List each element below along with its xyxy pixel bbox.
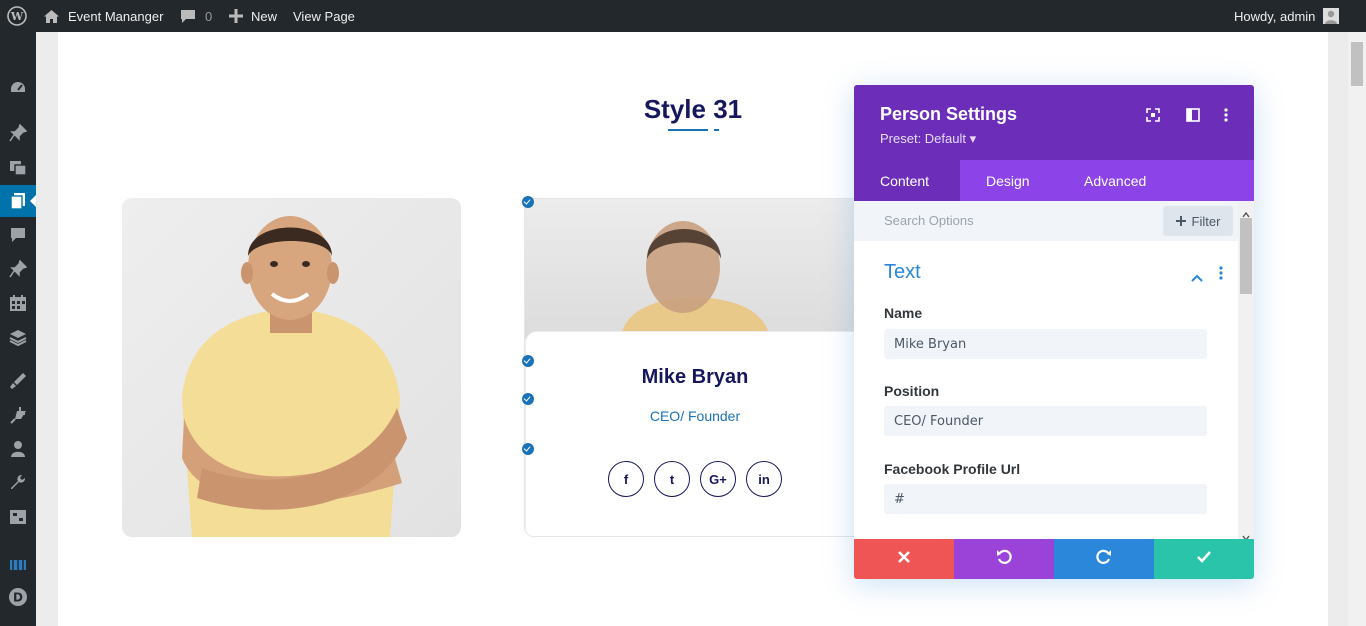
avatar (1323, 8, 1340, 24)
pages-icon[interactable] (0, 185, 36, 217)
svg-text:D: D (13, 591, 23, 605)
twitter-glyph: t (669, 471, 675, 487)
position-input[interactable]: CEO/ Founder (884, 406, 1207, 436)
search-options-input[interactable]: Search Options (884, 213, 974, 228)
greeting: Howdy, admin (1234, 8, 1316, 24)
linkedin-glyph: in (758, 471, 770, 487)
layout-icon[interactable] (1183, 105, 1203, 125)
expand-icon[interactable] (1143, 105, 1163, 125)
view-page-link[interactable]: View Page (293, 0, 355, 32)
new-content-link[interactable]: New (229, 0, 277, 32)
site-name-link[interactable]: Event Mananger (43, 0, 163, 32)
filter-button[interactable]: Filter (1163, 206, 1233, 236)
preset-dropdown[interactable]: Preset: Default ▾ (880, 131, 976, 147)
social-check-dot[interactable] (522, 443, 534, 455)
dashboard-icon[interactable] (0, 72, 36, 104)
position-label: Position (884, 383, 940, 399)
site-name: Event Mananger (68, 8, 164, 24)
svg-text:W: W (10, 10, 24, 23)
modal-tabs: Content Design Advanced (854, 160, 1254, 201)
checkmark-icon (1197, 550, 1211, 568)
admin-bar: W Event Mananger 0 New View Page Howdy, … (0, 0, 1366, 32)
custom-pin-icon[interactable] (0, 253, 36, 285)
divi-icon[interactable]: D (0, 581, 36, 613)
layers-icon[interactable] (0, 321, 36, 353)
appearance-icon[interactable] (0, 365, 36, 397)
more-options-icon[interactable] (1216, 105, 1236, 125)
close-icon (898, 550, 910, 568)
section-title: Style 31 (643, 94, 743, 124)
name-input[interactable]: Mike Bryan (884, 329, 1207, 359)
facebook-glyph: f (623, 471, 629, 487)
undo-icon (996, 549, 1012, 570)
plus-icon (1175, 214, 1186, 229)
wordpress-logo-icon[interactable]: W (7, 0, 27, 32)
title-underline-dot (714, 129, 719, 131)
plus-icon (229, 9, 243, 23)
page-scrollbar-thumb[interactable] (1351, 42, 1363, 86)
admin-menu: D (0, 32, 36, 626)
comments-count: 0 (205, 8, 213, 24)
discard-button[interactable] (854, 539, 954, 579)
person-name: Mike Bryan (641, 366, 749, 388)
save-button[interactable] (1154, 539, 1254, 579)
person-position: CEO/ Founder (649, 408, 741, 424)
comments-icon[interactable] (0, 219, 36, 251)
filter-label: Filter (1191, 213, 1221, 229)
undo-button[interactable] (954, 539, 1054, 579)
twitter-icon[interactable]: t (654, 461, 690, 497)
builder-icon[interactable] (0, 547, 36, 579)
page-scrollbar[interactable] (1348, 32, 1366, 626)
modal-footer (854, 539, 1254, 579)
calendar-icon[interactable] (0, 287, 36, 319)
home-icon (43, 9, 60, 24)
modal-scrollbar[interactable] (1238, 201, 1254, 542)
module-handle-dot[interactable] (522, 196, 534, 208)
google-plus-glyph: G+ (709, 471, 727, 487)
name-label: Name (884, 305, 923, 321)
settings-icon[interactable] (0, 501, 36, 533)
redo-icon (1096, 549, 1112, 570)
my-account-link[interactable]: Howdy, admin (1234, 0, 1340, 32)
redo-button[interactable] (1054, 539, 1154, 579)
person-module-card[interactable]: Mike Bryan CEO/ Founder f t G+ in (524, 198, 864, 537)
users-icon[interactable] (0, 433, 36, 465)
section-more-icon[interactable] (1219, 266, 1223, 285)
modal-scrollbar-thumb[interactable] (1240, 218, 1252, 294)
facebook-icon[interactable]: f (608, 461, 644, 497)
comments-link[interactable]: 0 (180, 0, 212, 32)
tab-design[interactable]: Design (960, 160, 1056, 201)
chevron-up-icon[interactable] (1191, 269, 1203, 287)
modal-header[interactable]: Person Settings Preset: Default ▾ (854, 85, 1254, 160)
new-label: New (251, 8, 278, 24)
modal-title: Person Settings (880, 104, 1018, 124)
title-underline (668, 129, 708, 131)
name-check-dot[interactable] (522, 355, 534, 367)
media-icon[interactable] (0, 151, 36, 183)
person-info-panel (525, 331, 863, 536)
search-options-row: Search Options Filter (854, 201, 1238, 241)
view-page-label: View Page (293, 8, 355, 24)
text-section-title[interactable]: Text (884, 261, 921, 284)
person-settings-modal: Person Settings Preset: Default ▾ Conten… (854, 85, 1254, 579)
person-photo (122, 198, 461, 537)
facebook-url-input[interactable]: # (884, 484, 1207, 514)
position-check-dot[interactable] (522, 393, 534, 405)
google-plus-icon[interactable]: G+ (700, 461, 736, 497)
comment-icon (180, 9, 196, 24)
posts-pin-icon[interactable] (0, 117, 36, 149)
person-blurred-photo (525, 199, 863, 339)
linkedin-icon[interactable]: in (746, 461, 782, 497)
plugins-icon[interactable] (0, 399, 36, 431)
tab-advanced[interactable]: Advanced (1058, 160, 1172, 201)
facebook-url-label: Facebook Profile Url (884, 461, 1021, 477)
tools-icon[interactable] (0, 467, 36, 499)
tab-content[interactable]: Content (854, 160, 960, 201)
